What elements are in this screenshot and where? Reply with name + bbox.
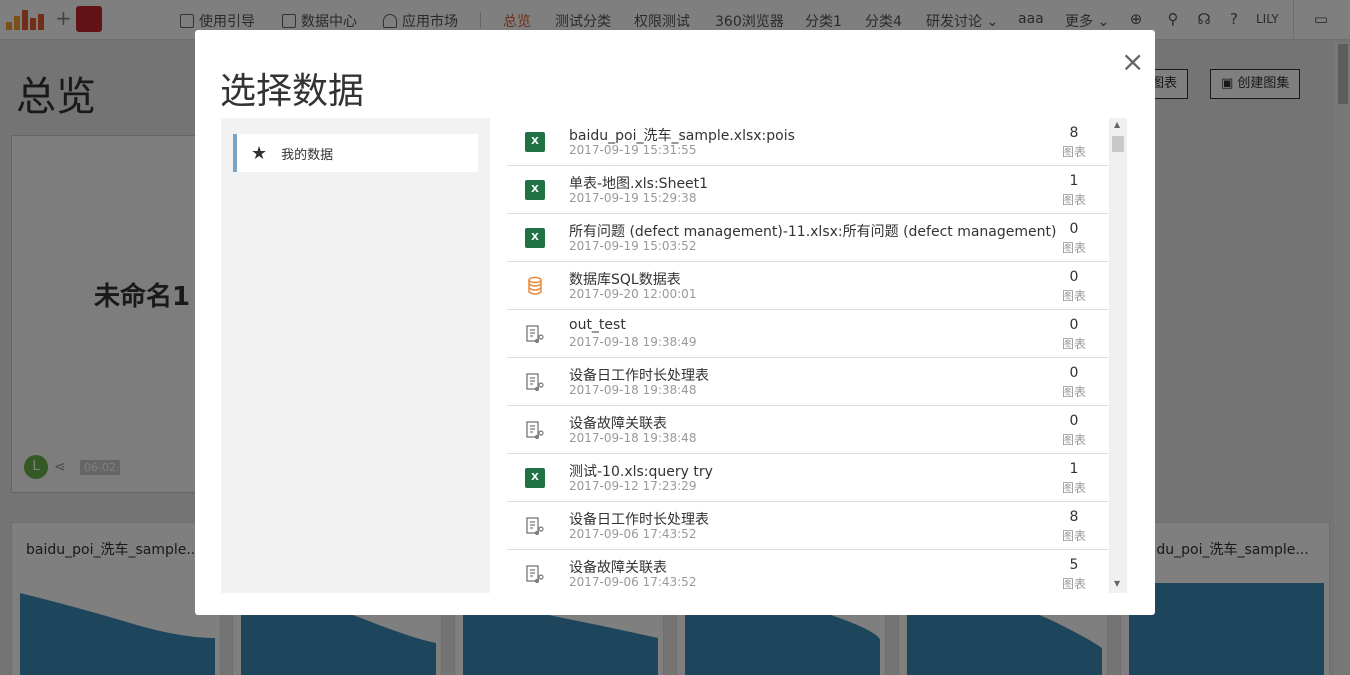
list-item[interactable]: X baidu_poi_洗车_sample.xlsx:pois 2017-09-… (507, 118, 1109, 166)
data-list: X baidu_poi_洗车_sample.xlsx:pois 2017-09-… (492, 118, 1127, 593)
dataset-icon (526, 517, 544, 536)
list-item[interactable]: 设备故障关联表 2017-09-18 19:38:48 0 图表 (507, 406, 1109, 454)
database-icon (528, 276, 542, 295)
dataset-icon (526, 565, 544, 584)
list-item[interactable]: X 单表-地图.xls:Sheet1 2017-09-19 15:29:38 1… (507, 166, 1109, 214)
dataset-icon (526, 325, 544, 344)
select-data-dialog: 选择数据 × ★ 我的数据 X baidu_poi_洗车_sample.xlsx… (195, 30, 1155, 615)
excel-icon: X (525, 228, 545, 248)
list-scrollbar-thumb[interactable] (1112, 136, 1124, 152)
dataset-icon (526, 373, 544, 392)
dialog-title: 选择数据 (220, 71, 365, 112)
list-item[interactable]: 设备日工作时长处理表 2017-09-06 17:43:52 8 图表 (507, 502, 1109, 550)
excel-icon: X (525, 180, 545, 200)
dataset-icon (526, 421, 544, 440)
star-icon: ★ (251, 142, 268, 164)
list-item[interactable]: X 所有问题 (defect management)-11.xlsx:所有问题 … (507, 214, 1109, 262)
list-item[interactable]: out_test 2017-09-18 19:38:49 0 图表 (507, 310, 1109, 358)
scroll-down-icon[interactable]: ▼ (1114, 579, 1120, 588)
excel-icon: X (525, 468, 545, 488)
close-icon[interactable]: × (1121, 48, 1144, 76)
list-item[interactable]: 设备故障关联表 2017-09-06 17:43:52 5 图表 (507, 550, 1109, 593)
list-item[interactable]: X 测试-10.xls:query try 2017-09-12 17:23:2… (507, 454, 1109, 502)
list-item[interactable]: 数据库SQL数据表 2017-09-20 12:00:01 0 图表 (507, 262, 1109, 310)
data-source-sidebar: ★ 我的数据 (221, 118, 490, 593)
list-scrollbar[interactable]: ▲ ▼ (1109, 118, 1127, 593)
excel-icon: X (525, 132, 545, 152)
scroll-up-icon[interactable]: ▲ (1114, 120, 1120, 129)
sidebar-item-my-data[interactable]: ★ 我的数据 (233, 134, 478, 172)
list-item[interactable]: 设备日工作时长处理表 2017-09-18 19:38:48 0 图表 (507, 358, 1109, 406)
